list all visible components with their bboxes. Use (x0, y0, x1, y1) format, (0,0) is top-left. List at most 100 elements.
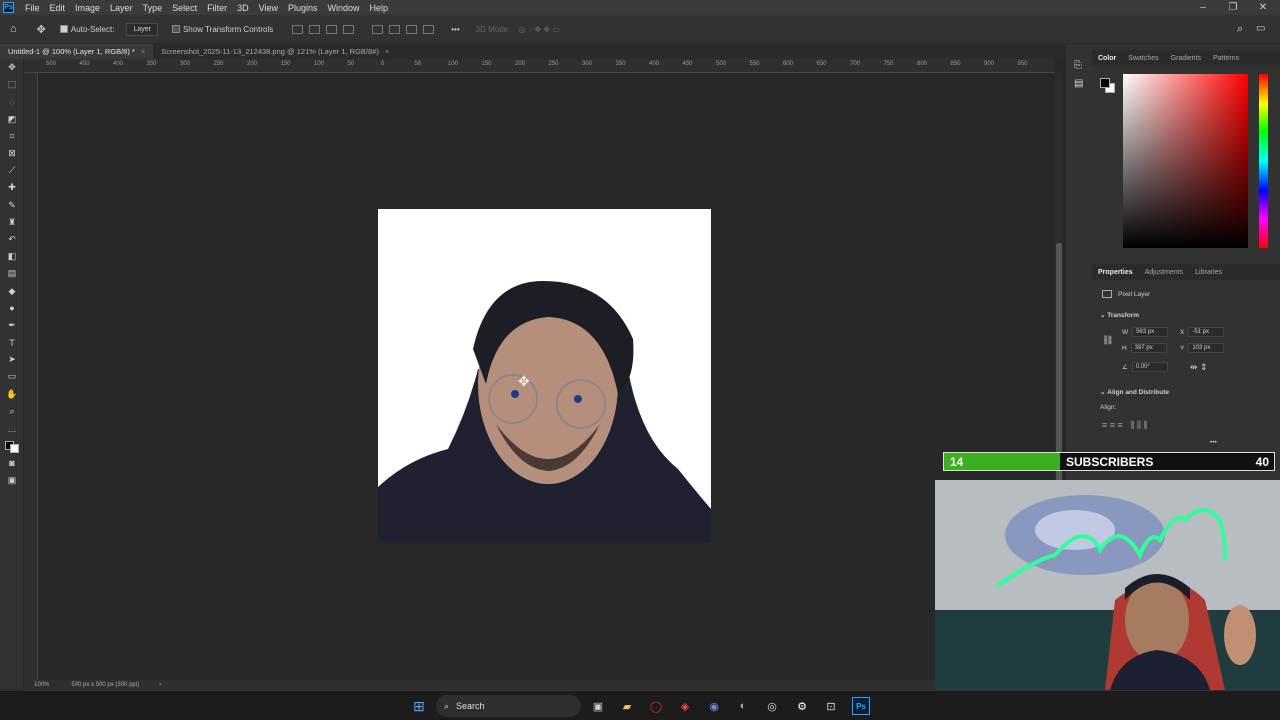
menu-view[interactable]: View (254, 3, 283, 13)
auto-select-dropdown[interactable]: Layer (126, 22, 158, 36)
close-tab-icon[interactable]: × (141, 47, 145, 56)
history-icon[interactable]: ⎘ (1074, 60, 1082, 71)
type-tool-icon[interactable]: T (0, 334, 24, 351)
discord-icon[interactable]: ◉ (705, 697, 723, 715)
3d-mode-icons[interactable]: ◎ ◌ ✥ ✥ ▭ (518, 25, 560, 34)
menu-filter[interactable]: Filter (202, 3, 232, 13)
rectangle-tool-icon[interactable]: ▭ (0, 368, 24, 385)
workspace-icon[interactable]: ▭ (1256, 23, 1265, 34)
obs-icon[interactable]: ◎ (763, 697, 781, 715)
scroll-thumb[interactable] (1056, 243, 1062, 483)
align-buttons[interactable] (289, 24, 357, 34)
menu-select[interactable]: Select (167, 3, 202, 13)
document-canvas[interactable] (378, 209, 711, 542)
flip-icons[interactable]: ⇹ ⇕ (1190, 362, 1208, 373)
show-transform-checkbox[interactable]: Show Transform Controls (171, 25, 273, 34)
auto-select-checkbox[interactable]: Auto-Select: (59, 25, 114, 34)
pen-tool-icon[interactable]: ✒ (0, 317, 24, 334)
angle-field[interactable]: 0.00° (1131, 362, 1168, 372)
settings-icon[interactable]: ⚙ (793, 697, 811, 715)
photoshop-taskbar-icon[interactable]: Ps (852, 697, 870, 715)
stamp-tool-icon[interactable]: ♜ (0, 214, 24, 231)
task-view-icon[interactable]: ▣ (589, 697, 607, 715)
restore-icon[interactable]: ❐ (1218, 0, 1248, 15)
y-field[interactable]: 103 px (1188, 343, 1225, 353)
tab-gradients[interactable]: Gradients (1165, 55, 1207, 62)
windows-start-icon[interactable]: ⊞ (410, 697, 428, 715)
more-tools-icon[interactable]: … (0, 420, 24, 437)
tab-adjustments[interactable]: Adjustments (1139, 269, 1190, 276)
file-explorer-icon[interactable]: ▰ (618, 697, 636, 715)
screen-mode-icon[interactable]: ▣ (0, 472, 24, 489)
steam-icon[interactable]: ◐ (734, 697, 752, 715)
fg-bg-color-icon[interactable] (0, 437, 24, 454)
link-icon[interactable]: ⛓ (1102, 335, 1113, 346)
zoom-tool-icon[interactable]: ⌕ (0, 403, 24, 420)
close-tab-icon[interactable]: × (385, 47, 389, 56)
move-tool-icon[interactable]: ✥ (37, 23, 46, 36)
align-right-icon[interactable] (326, 24, 338, 34)
object-select-tool-icon[interactable]: ◩ (0, 111, 24, 128)
menu-image[interactable]: Image (70, 3, 105, 13)
home-icon[interactable]: ⌂ (10, 23, 17, 35)
history-brush-icon[interactable]: ↶ (0, 231, 24, 248)
status-menu-arrow[interactable]: › (159, 682, 161, 688)
comments-icon[interactable]: ▤ (1074, 78, 1083, 89)
tab-libraries[interactable]: Libraries (1189, 269, 1228, 276)
search-icon[interactable]: ⌕ (1237, 23, 1243, 36)
align-center-icon[interactable] (309, 24, 321, 34)
blur-tool-icon[interactable]: ◆ (0, 282, 24, 299)
marquee-tool-icon[interactable]: ⬚ (0, 76, 24, 93)
crop-tool-icon[interactable]: ⌗ (0, 128, 24, 145)
menu-help[interactable]: Help (365, 3, 394, 13)
menu-type[interactable]: Type (138, 3, 168, 13)
align-left-icon[interactable] (292, 24, 304, 34)
align-middle-icon[interactable] (389, 24, 401, 34)
zoom-level[interactable]: 100% (34, 682, 49, 688)
align-icons[interactable]: ≡ ≡ ≡ ⫼ ⫼ ⫼ (1102, 420, 1148, 431)
healing-brush-icon[interactable]: ✚ (0, 179, 24, 196)
align-bottom-icon[interactable] (406, 24, 418, 34)
close-icon[interactable]: ✕ (1248, 0, 1278, 15)
menu-file[interactable]: File (20, 3, 45, 13)
transform-section[interactable]: ⌄ Transform (1100, 311, 1139, 320)
minimize-icon[interactable]: – (1188, 0, 1218, 15)
brush-tool-icon[interactable]: ✎ (0, 197, 24, 214)
tab-untitled-1[interactable]: Untitled-1 @ 100% (Layer 1, RGB/8) * × (0, 44, 154, 59)
eraser-tool-icon[interactable]: ◧ (0, 248, 24, 265)
align-top-icon[interactable] (372, 24, 384, 34)
brave-icon[interactable]: ◈ (676, 697, 694, 715)
gradient-tool-icon[interactable]: ▤ (0, 265, 24, 282)
width-field[interactable]: 563 px (1132, 327, 1169, 337)
distribute-icon[interactable] (423, 24, 435, 34)
move-tool-icon[interactable]: ✥ (0, 59, 24, 76)
tab-patterns[interactable]: Patterns (1207, 55, 1245, 62)
tab-properties[interactable]: Properties (1092, 269, 1139, 276)
eyedropper-tool-icon[interactable]: ⟋ (0, 162, 24, 179)
menu-layer[interactable]: Layer (105, 3, 138, 13)
tab-swatches[interactable]: Swatches (1122, 55, 1164, 62)
lasso-tool-icon[interactable]: ◌ (0, 93, 24, 110)
tab-screenshot[interactable]: Screenshot_2025-11-13_212438.png @ 121% … (153, 44, 398, 59)
menu-edit[interactable]: Edit (45, 3, 71, 13)
app-icon[interactable]: ⊡ (822, 697, 840, 715)
taskbar-search[interactable]: ⌕ Search (436, 695, 581, 717)
quick-mask-icon[interactable]: ◙ (0, 454, 24, 471)
align-distribute-section[interactable]: ⌄ Align and Distribute (1100, 388, 1169, 397)
dodge-tool-icon[interactable]: ● (0, 300, 24, 317)
menu-3d[interactable]: 3D (232, 3, 254, 13)
distribute-buttons[interactable] (369, 24, 437, 34)
align-justify-icon[interactable] (343, 24, 355, 34)
more-align-button[interactable]: ••• (1210, 439, 1217, 446)
opera-icon[interactable]: ◯ (647, 697, 665, 715)
tab-color[interactable]: Color (1092, 55, 1122, 62)
menu-window[interactable]: Window (323, 3, 365, 13)
hand-tool-icon[interactable]: ✋ (0, 386, 24, 403)
x-field[interactable]: -51 px (1188, 327, 1225, 337)
menu-plugins[interactable]: Plugins (283, 3, 323, 13)
hue-slider[interactable] (1259, 74, 1268, 248)
height-field[interactable]: 397 px (1130, 343, 1167, 353)
frame-tool-icon[interactable]: ⊠ (0, 145, 24, 162)
color-picker-field[interactable] (1123, 74, 1248, 248)
more-options-button[interactable]: ••• (451, 25, 459, 34)
